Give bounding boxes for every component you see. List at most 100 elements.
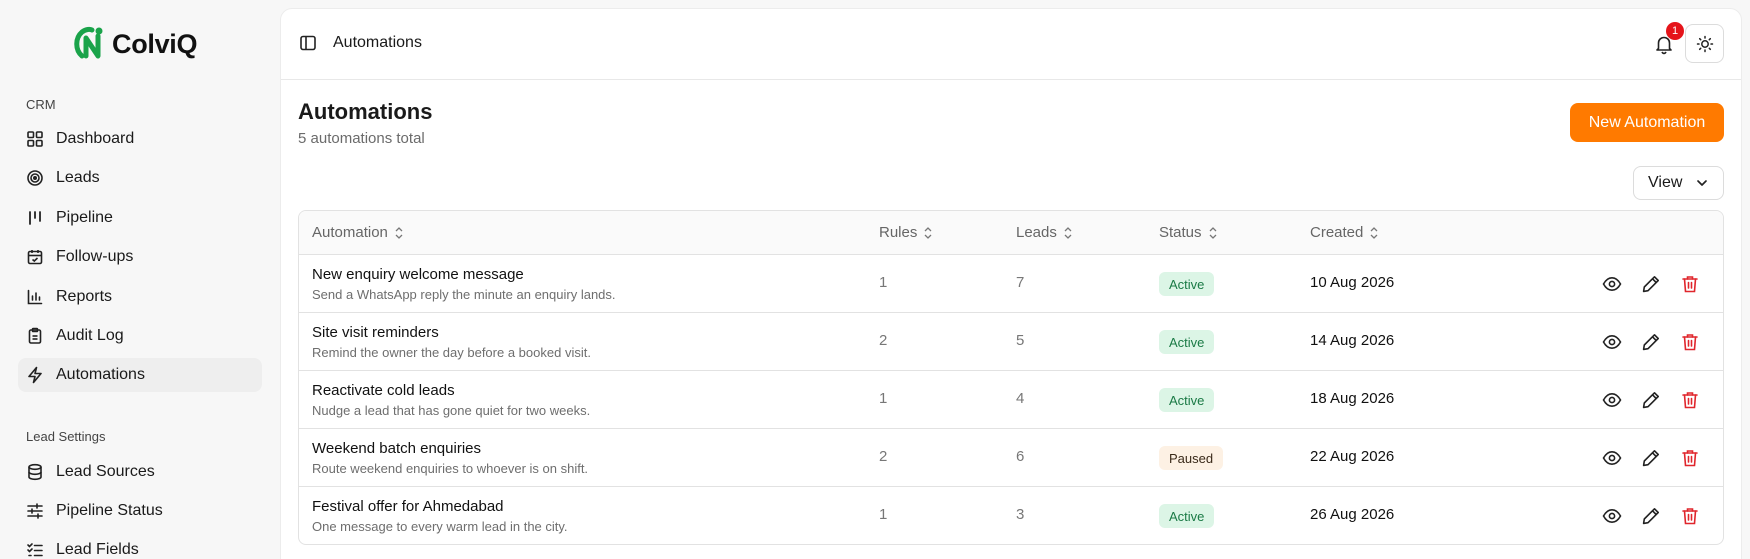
section-title-crm: CRM: [26, 97, 56, 112]
automation-name: Reactivate cold leads: [312, 382, 455, 399]
sidebar-item-label: Lead Sources: [56, 463, 155, 480]
created-date: 14 Aug 2026: [1310, 332, 1395, 349]
sidebar-item-label: Reports: [56, 288, 113, 305]
sidebar-item-audit-log[interactable]: Audit Log: [18, 319, 262, 353]
table-row[interactable]: New enquiry welcome message Send a Whats…: [299, 255, 1723, 313]
sidebar-item-dashboard[interactable]: Dashboard: [18, 122, 262, 156]
sidebar-item-pipeline[interactable]: Pipeline: [18, 201, 262, 235]
sidebar-item-follow-ups[interactable]: Follow-ups: [18, 240, 262, 274]
column-header-created[interactable]: Created: [1310, 224, 1379, 241]
pencil-icon[interactable]: [1641, 332, 1661, 352]
created-date: 10 Aug 2026: [1310, 274, 1395, 291]
table-row[interactable]: Reactivate cold leads Nudge a lead that …: [299, 371, 1723, 429]
target-icon: [27, 170, 43, 186]
column-header-status[interactable]: Status: [1159, 224, 1218, 241]
sidebar: ColviQ CRM Dashboard Leads Pipeline Foll…: [0, 0, 279, 559]
sidebar-item-label: Dashboard: [56, 130, 135, 147]
pencil-icon[interactable]: [1641, 448, 1661, 468]
leads-count: 6: [1016, 448, 1025, 465]
status-badge: Active: [1159, 330, 1215, 354]
section-title-lead-settings: Lead Settings: [26, 429, 106, 444]
colviq-logo-icon: [74, 26, 103, 59]
column-header-automation[interactable]: Automation: [312, 224, 404, 241]
sort-icon: [1370, 226, 1378, 239]
sidebar-item-leads[interactable]: Leads: [18, 161, 262, 195]
table-row[interactable]: Weekend batch enquiries Route weekend en…: [299, 429, 1723, 487]
sidebar-item-lead-sources[interactable]: Lead Sources: [18, 455, 262, 489]
rules-count: 1: [879, 390, 888, 407]
table-row[interactable]: Festival offer for Ahmedabad One message…: [299, 487, 1723, 544]
sort-icon: [1209, 226, 1216, 239]
rules-count: 1: [879, 506, 888, 523]
calendar-icon: [27, 250, 43, 265]
sidebar-item-lead-fields[interactable]: Lead Fields: [18, 533, 262, 559]
page-subtitle: 5 automations total: [298, 130, 425, 147]
main-panel: Automations 1 Automations 5 automations …: [280, 8, 1742, 559]
automation-description: Nudge a lead that has gone quiet for two…: [312, 403, 591, 418]
column-header-rules[interactable]: Rules: [879, 224, 933, 241]
automation-name: Site visit reminders: [312, 324, 439, 341]
dashboard-icon: [27, 131, 43, 147]
pipeline-icon: [29, 211, 41, 225]
clipboard-icon: [28, 327, 42, 344]
sidebar-item-label: Automations: [56, 366, 145, 383]
sort-icon: [924, 226, 932, 239]
sidebar-item-label: Follow-ups: [56, 248, 134, 265]
rules-count: 2: [879, 448, 888, 465]
sidebar-item-label: Pipeline Status: [56, 502, 163, 519]
list-check-icon: [27, 543, 43, 557]
sidebar-item-reports[interactable]: Reports: [18, 280, 262, 314]
leads-count: 7: [1016, 274, 1025, 291]
sidebar-item-pipeline-status[interactable]: Pipeline Status: [18, 494, 262, 528]
eye-icon[interactable]: [1602, 332, 1622, 352]
table-header: Automation Rules Leads Status Created: [299, 211, 1723, 255]
automation-description: One message to every warm lead in the ci…: [312, 519, 568, 534]
view-button-label: View: [1648, 174, 1683, 191]
leads-count: 5: [1016, 332, 1025, 349]
sidebar-toggle-icon[interactable]: [299, 34, 317, 52]
trash-icon[interactable]: [1680, 332, 1700, 352]
automation-name: New enquiry welcome message: [312, 266, 524, 283]
rules-count: 1: [879, 274, 888, 291]
sidebar-item-label: Pipeline: [56, 209, 113, 226]
sidebar-item-label: Leads: [56, 169, 100, 186]
page-title: Automations: [298, 99, 433, 124]
database-icon: [28, 463, 42, 481]
notification-badge: 1: [1666, 22, 1684, 40]
trash-icon[interactable]: [1680, 448, 1700, 468]
automation-description: Send a WhatsApp reply the minute an enqu…: [312, 287, 616, 302]
trash-icon[interactable]: [1680, 506, 1700, 526]
pencil-icon[interactable]: [1641, 274, 1661, 294]
pencil-icon[interactable]: [1641, 390, 1661, 410]
pencil-icon[interactable]: [1641, 506, 1661, 526]
created-date: 26 Aug 2026: [1310, 506, 1395, 523]
automation-description: Remind the owner the day before a booked…: [312, 345, 591, 360]
trash-icon[interactable]: [1680, 274, 1700, 294]
new-automation-button[interactable]: New Automation: [1570, 103, 1724, 142]
view-options-button[interactable]: View: [1633, 166, 1724, 200]
topbar-title: Automations: [333, 34, 422, 51]
sort-icon: [1064, 226, 1072, 239]
trash-icon[interactable]: [1680, 390, 1700, 410]
status-badge: Active: [1159, 272, 1215, 296]
automation-name: Festival offer for Ahmedabad: [312, 498, 504, 515]
sidebar-item-automations[interactable]: Automations: [18, 358, 262, 392]
sort-icon: [395, 226, 403, 239]
sun-icon: [1696, 35, 1713, 52]
column-header-leads[interactable]: Leads: [1016, 224, 1073, 241]
automation-description: Route weekend enquiries to whoever is on…: [312, 461, 589, 476]
table-row[interactable]: Site visit reminders Remind the owner th…: [299, 313, 1723, 371]
status-badge: Active: [1159, 388, 1215, 412]
automation-name: Weekend batch enquiries: [312, 440, 481, 457]
eye-icon[interactable]: [1602, 390, 1622, 410]
eye-icon[interactable]: [1602, 448, 1622, 468]
sidebar-item-label: Audit Log: [56, 327, 124, 344]
eye-icon[interactable]: [1602, 506, 1622, 526]
leads-count: 3: [1016, 506, 1025, 523]
topbar: Automations 1: [281, 9, 1741, 80]
leads-count: 4: [1016, 390, 1025, 407]
automations-table: Automation Rules Leads Status Created Ne…: [298, 210, 1724, 545]
brand-logo[interactable]: ColviQ: [74, 26, 198, 62]
theme-toggle-button[interactable]: [1685, 24, 1724, 63]
eye-icon[interactable]: [1602, 274, 1622, 294]
